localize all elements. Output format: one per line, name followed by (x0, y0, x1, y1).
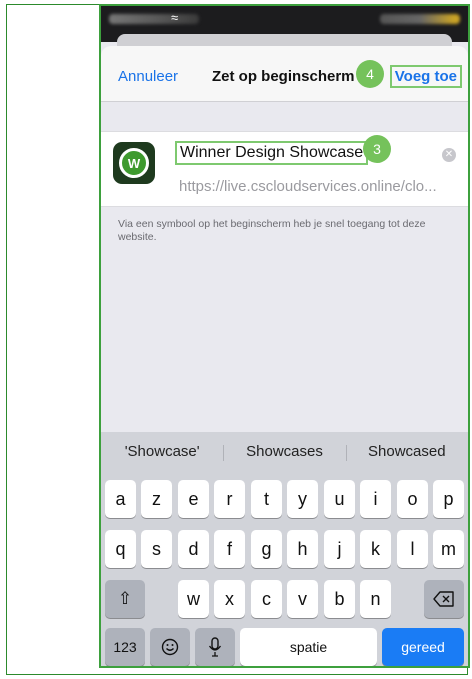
url-field: https://live.cscloudservices.online/clo.… (179, 178, 437, 195)
microphone-icon (208, 637, 222, 657)
key-p[interactable]: p (433, 480, 464, 518)
return-key[interactable]: gereed (382, 628, 464, 666)
step-badge-4: 4 (356, 60, 384, 88)
space-key[interactable]: spatie (240, 628, 377, 666)
delete-key[interactable] (424, 580, 464, 618)
suggestion-item[interactable]: Showcases (223, 443, 345, 461)
shift-key[interactable]: ⇧ (105, 580, 145, 618)
app-icon: W (113, 142, 155, 184)
key-d[interactable]: d (178, 530, 209, 568)
key-s[interactable]: s (141, 530, 172, 568)
shift-icon: ⇧ (117, 589, 133, 608)
key-y[interactable]: y (287, 480, 318, 518)
suggestion-bar: 'Showcase' Showcases Showcased (101, 432, 468, 470)
key-l[interactable]: l (397, 530, 428, 568)
carrier-signal (109, 14, 199, 24)
key-row-2: q s d f g h j k l m (101, 530, 468, 568)
battery-status (380, 14, 460, 24)
page-title: Zet op beginscherm (212, 68, 355, 85)
key-row-4: 123 spatie gereed (101, 628, 468, 666)
delete-icon (433, 591, 454, 607)
app-icon-logo: W (119, 148, 149, 178)
key-z[interactable]: z (141, 480, 172, 518)
key-row-3: ⇧ w x c v b n (101, 580, 468, 618)
key-u[interactable]: u (324, 480, 355, 518)
info-text: Via een symbool op het beginscherm heb j… (118, 218, 426, 243)
key-c[interactable]: c (251, 580, 282, 618)
key-f[interactable]: f (214, 530, 245, 568)
key-j[interactable]: j (324, 530, 355, 568)
name-input[interactable]: Winner Design Showcase (175, 141, 369, 165)
key-k[interactable]: k (360, 530, 391, 568)
key-n[interactable]: n (360, 580, 391, 618)
step-badge-3: 3 (363, 135, 391, 163)
add-button[interactable]: Voeg toe (389, 65, 462, 88)
key-m[interactable]: m (433, 530, 464, 568)
key-r[interactable]: r (214, 480, 245, 518)
microphone-key[interactable] (195, 628, 235, 666)
key-o[interactable]: o (397, 480, 428, 518)
key-a[interactable]: a (105, 480, 136, 518)
key-b[interactable]: b (324, 580, 355, 618)
key-v[interactable]: v (287, 580, 318, 618)
key-t[interactable]: t (251, 480, 282, 518)
suggestion-item[interactable]: Showcased (345, 443, 468, 461)
nav-bar: Annuleer Zet op beginscherm 4 Voeg toe (101, 46, 468, 102)
numbers-key[interactable]: 123 (105, 628, 145, 666)
key-row-1: a z e r t y u i o p (101, 480, 468, 518)
key-x[interactable]: x (214, 580, 245, 618)
clear-icon[interactable]: ✕ (442, 148, 456, 162)
key-h[interactable]: h (287, 530, 318, 568)
emoji-key[interactable] (150, 628, 190, 666)
suggestion-item[interactable]: 'Showcase' (101, 443, 223, 460)
cancel-button[interactable]: Annuleer (118, 68, 178, 85)
emoji-icon (161, 638, 179, 656)
key-q[interactable]: q (105, 530, 136, 568)
keyboard: 'Showcase' Showcases Showcased a z e r t… (101, 432, 468, 666)
bookmark-card: W Winner Design Showcase ✕ https://live.… (101, 131, 468, 207)
key-g[interactable]: g (251, 530, 282, 568)
key-e[interactable]: e (178, 480, 209, 518)
key-w[interactable]: w (178, 580, 209, 618)
phone-screen: ≈ Annuleer Zet op beginscherm 4 Voeg toe… (99, 4, 470, 668)
key-i[interactable]: i (360, 480, 391, 518)
wifi-icon: ≈ (171, 10, 179, 25)
